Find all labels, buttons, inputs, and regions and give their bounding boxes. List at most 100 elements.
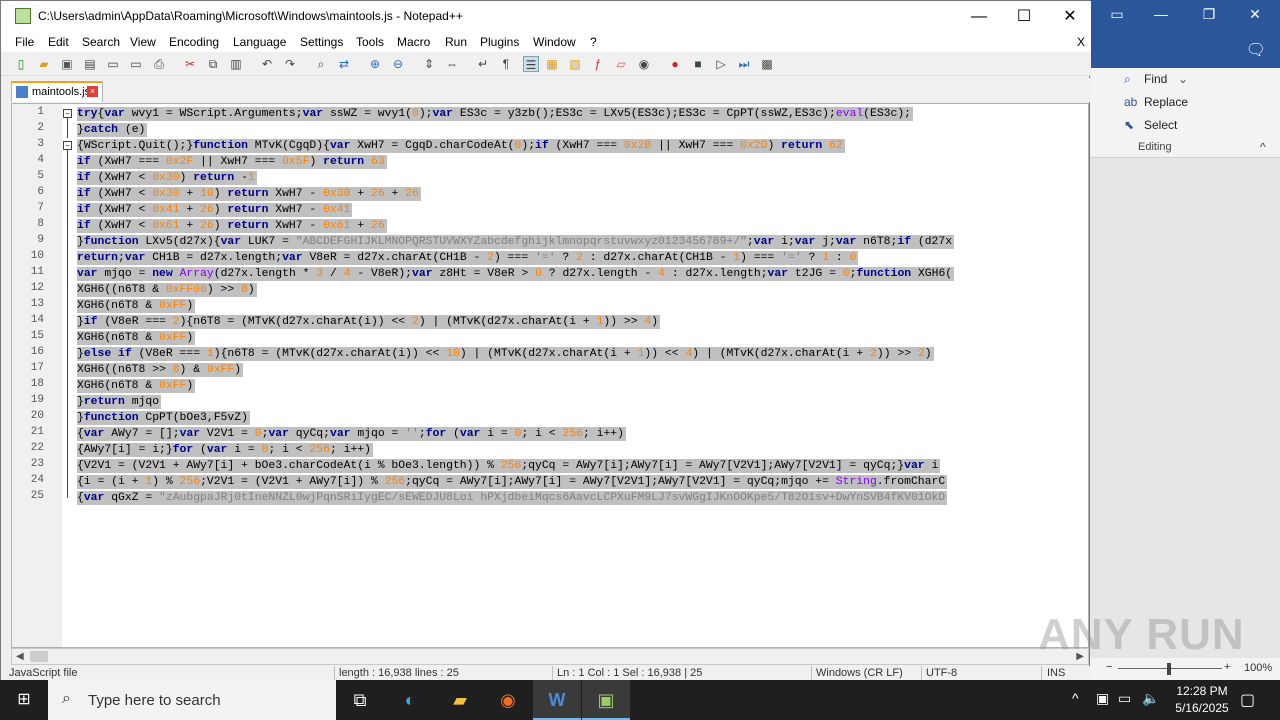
tray-display-icon[interactable]: ▭ [1118,690,1131,707]
close-document-button[interactable]: X [1077,35,1085,49]
zoom-out-icon[interactable]: − [1106,661,1112,673]
zoom-out-icon[interactable]: ⊖ [390,56,406,72]
notification-icon[interactable]: ▢ [1240,690,1255,710]
tray-volume-icon[interactable]: 🔈 [1142,690,1159,707]
zoom-in-icon[interactable]: ⊕ [367,56,383,72]
notepadpp-taskbar-icon[interactable]: ▣ [582,680,630,720]
firefox-icon[interactable]: ◉ [484,680,532,720]
folder-workspace-icon[interactable]: ▱ [613,56,629,72]
code-line[interactable]: XGH6(n6T8 & 0xFF) [77,331,196,345]
fold-toggle-icon[interactable]: − [63,141,72,150]
code-line[interactable]: XGH6(n6T8 & 0xFF) [77,299,196,313]
code-line[interactable]: {V2V1 = (V2V1 + AWy7[i] + bOe3.charCodeA… [77,459,941,473]
code-line[interactable]: }function CpPT(bOe3,F5vZ) [77,411,250,425]
menu-search[interactable]: Search [82,35,120,49]
paste-icon[interactable]: ▥ [228,56,244,72]
taskbar-search[interactable]: ⌕ Type here to search [48,680,336,720]
file-explorer-icon[interactable]: ▰ [436,680,484,720]
code-line[interactable]: try{var wvy1 = WScript.Arguments;var ssW… [77,107,914,121]
undo-icon[interactable]: ↶ [259,56,275,72]
scroll-thumb[interactable] [30,651,48,662]
save-icon[interactable]: ▣ [59,56,75,72]
word-restore-button[interactable]: ❐ [1194,6,1224,23]
replace-button[interactable]: Replace [1144,95,1188,109]
menu-view[interactable]: View [130,35,156,49]
doc-map-icon[interactable]: ▧ [567,56,583,72]
save-macro-icon[interactable]: ▩ [759,56,775,72]
find-dropdown-icon[interactable]: ⌄ [1178,72,1188,86]
code-line[interactable]: XGH6(n6T8 & 0xFF) [77,379,196,393]
close-all-icon[interactable]: ▭ [128,56,144,72]
print-icon[interactable]: ⎙ [151,56,167,72]
menu-encoding[interactable]: Encoding [169,35,219,49]
code-editor[interactable]: 1 2 3 4 5 6 7 8 9 10 11 12 13 14 15 16 17 18 19 20 21 22 23 24 2… [11,103,1089,648]
monitor-icon[interactable]: ◉ [636,56,652,72]
play-multiple-macro-icon[interactable]: ⏭ [736,56,752,72]
zoom-level[interactable]: 100% [1244,662,1272,674]
horizontal-scrollbar[interactable]: ◀ ▶ [11,648,1089,665]
tab-close-icon[interactable]: × [87,86,98,97]
scroll-left-icon[interactable]: ◀ [16,651,24,662]
code-line[interactable]: {var AWy7 = [];var V2V1 = 0;var qyCq;var… [77,427,626,441]
stop-macro-icon[interactable]: ■ [690,56,706,72]
menu-tools[interactable]: Tools [356,35,384,49]
code-line[interactable]: var mjqo = new Array(d27x.length * 3 / 4… [77,267,955,281]
replace-icon[interactable]: ⇄ [336,56,352,72]
code-line[interactable]: if (XwH7 < 0x61 + 26) return XwH7 - 0x61… [77,219,387,233]
code-line[interactable]: }catch (e) [77,123,148,137]
word-close-button[interactable]: ✕ [1240,6,1270,23]
collapse-ribbon-icon[interactable]: ^ [1260,140,1266,154]
play-macro-icon[interactable]: ▷ [713,56,729,72]
close-file-icon[interactable]: ▭ [105,56,121,72]
tray-network-icon[interactable]: ▣ [1096,690,1109,707]
code-line[interactable]: XGH6((n6T8 >> 8) & 0xFF) [77,363,244,377]
word-minimize-button[interactable]: — [1146,6,1176,22]
comment-icon[interactable]: 🗨 [1246,40,1266,60]
menu-help[interactable]: ? [590,35,597,49]
open-file-icon[interactable]: ▰ [36,56,52,72]
code-line[interactable]: if (XwH7 === 0x2F || XwH7 === 0x5F) retu… [77,155,387,169]
tab-maintools[interactable]: maintools.js × [11,81,103,102]
edge-icon[interactable]: ◐ [386,680,434,720]
code-line[interactable]: if (XwH7 < 0x41 + 26) return XwH7 - 0x41 [77,203,353,217]
menu-settings[interactable]: Settings [300,35,343,49]
code-line[interactable]: {i = (i + 1) % 256;V2V1 = (V2V1 + AWy7[i… [77,475,948,489]
word-taskbar-icon[interactable]: W [533,680,581,720]
clock-time[interactable]: 12:28 PM [1166,684,1238,698]
ribbon-display-icon[interactable]: ▭ [1102,6,1132,23]
sync-horizontal-icon[interactable]: ⇔ [444,56,460,72]
fold-toggle-icon[interactable]: − [63,109,72,118]
indent-guide-icon[interactable]: ☰ [523,56,539,72]
show-all-chars-icon[interactable]: ¶ [498,56,514,72]
code-line[interactable]: {var qGxZ = "zAubgpaJRj0tIneNNZL0wjPqnSR… [77,491,948,505]
zoom-slider-thumb[interactable] [1167,663,1171,675]
code-line[interactable]: return;var CH1B = d27x.length;var V8eR =… [77,251,859,265]
lang-define-icon[interactable]: ▦ [544,56,560,72]
code-line[interactable]: }function LXv5(d27x){var LUK7 = "ABCDEFG… [77,235,955,249]
maximize-button[interactable]: ☐ [1001,1,1047,32]
sync-vertical-icon[interactable]: ⇕ [421,56,437,72]
menu-language[interactable]: Language [233,35,286,49]
clock-date[interactable]: 5/16/2025 [1166,701,1238,715]
code-line[interactable]: {WScript.Quit();}function MTvK(CgqD){var… [77,139,845,153]
code-line[interactable]: if (XwH7 < 0x30) return -1 [77,171,257,185]
code-line[interactable]: {AWy7[i] = i;}for (var i = 0; i < 256; i… [77,443,373,457]
zoom-in-icon[interactable]: + [1224,661,1230,673]
cut-icon[interactable]: ✂ [182,56,198,72]
code-line[interactable]: }return mjqo [77,395,162,409]
copy-icon[interactable]: ⧉ [205,56,221,72]
code-area[interactable]: try{var wvy1 = WScript.Arguments;var ssW… [74,104,1088,647]
select-button[interactable]: Select [1144,118,1177,132]
redo-icon[interactable]: ↷ [282,56,298,72]
start-button[interactable]: ⊞ [0,680,48,720]
save-all-icon[interactable]: ▤ [82,56,98,72]
minimize-button[interactable]: — [956,1,1002,32]
menu-plugins[interactable]: Plugins [480,35,519,49]
code-line[interactable]: XGH6((n6T8 & 0xFF00) >> 8) [77,283,257,297]
menu-window[interactable]: Window [533,35,576,49]
word-wrap-icon[interactable]: ↵ [475,56,491,72]
tray-chevron-icon[interactable]: ^ [1072,690,1079,706]
function-list-icon[interactable]: ƒ [590,56,606,72]
record-macro-icon[interactable]: ● [667,56,683,72]
code-line[interactable]: if (XwH7 < 0x30 + 10) return XwH7 - 0x30… [77,187,421,201]
